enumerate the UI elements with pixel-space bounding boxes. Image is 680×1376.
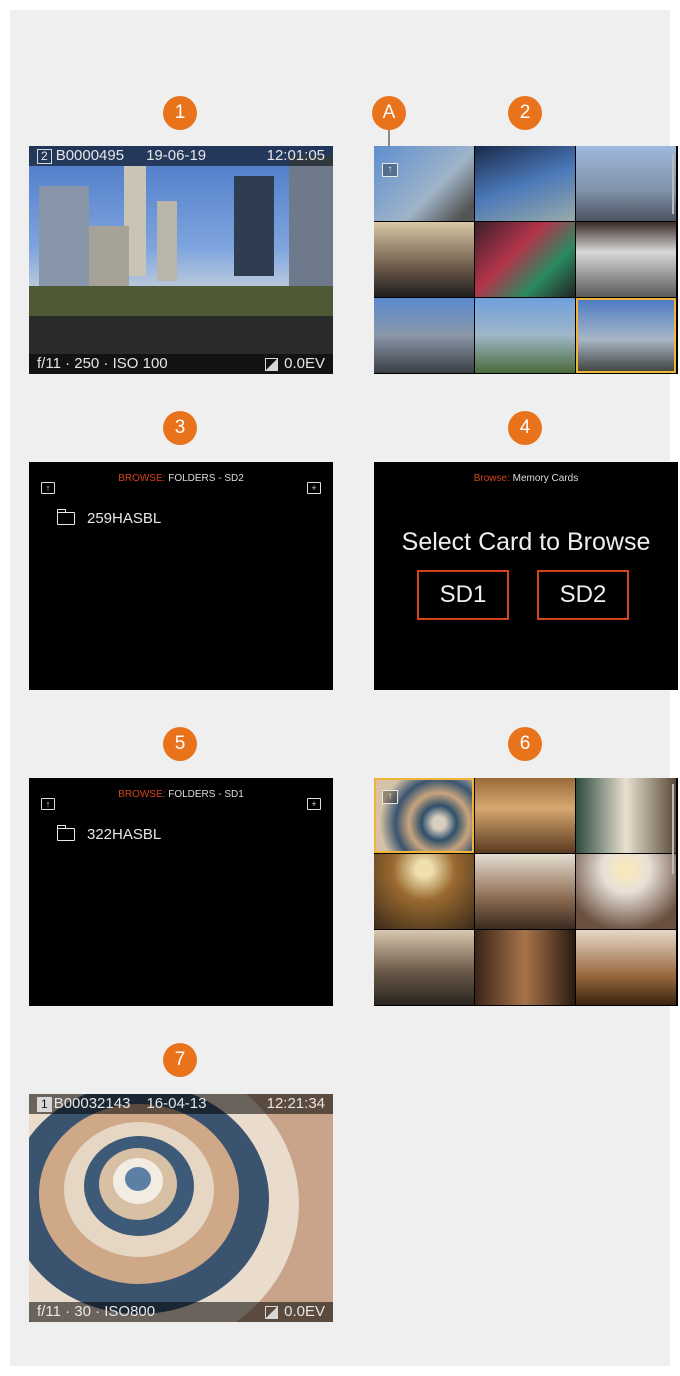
- capture-date: 19-06-19: [146, 147, 207, 164]
- browse-location: Memory Cards: [512, 473, 579, 484]
- callout-4: 4: [508, 411, 542, 445]
- exposure-info: f/11 · 30 · ISO800: [37, 1303, 156, 1320]
- browse-header: BROWSE: FOLDERS - SD2: [29, 473, 333, 484]
- up-arrow-folder-icon[interactable]: ↑: [382, 163, 398, 177]
- thumbnail[interactable]: [374, 146, 474, 221]
- browse-header: Browse: Memory Cards: [374, 473, 678, 484]
- screen-6-thumbnail-grid[interactable]: ↑: [374, 778, 678, 1006]
- callout-a: A: [372, 96, 406, 130]
- thumbnail[interactable]: [374, 854, 474, 929]
- capture-time: 12:21:34: [266, 1095, 325, 1112]
- browse-location: FOLDERS - SD2: [168, 473, 244, 484]
- manual-panel: 1 2 A 3 4 5 6 7 2 B0000495 19-06-19 12:0…: [10, 10, 678, 1366]
- card-number: 1: [37, 1096, 52, 1112]
- file-name: B0000495: [55, 147, 125, 164]
- browse-label: BROWSE:: [118, 473, 166, 484]
- up-arrow-folder-icon[interactable]: ↑: [382, 790, 398, 804]
- thumbnail[interactable]: [475, 222, 575, 297]
- callout-3: 3: [163, 411, 197, 445]
- folder-name: 322HASBL: [87, 826, 162, 843]
- thumbnail[interactable]: [576, 930, 676, 1005]
- folder-item[interactable]: 322HASBL: [56, 825, 162, 843]
- folder-icon: [56, 509, 75, 525]
- thumbnail[interactable]: [475, 854, 575, 929]
- folder-icon: [56, 825, 75, 841]
- scrollbar[interactable]: [672, 154, 674, 214]
- info-bar-bottom: f/11 · 30 · ISO800 0.0EV: [29, 1302, 333, 1322]
- screen-1-image-view[interactable]: 2 B0000495 19-06-19 12:01:05 f/11 · 250 …: [29, 146, 333, 374]
- ev-value: 0.0EV: [284, 1303, 325, 1320]
- thumbnail[interactable]: [374, 930, 474, 1005]
- thumbnail[interactable]: [576, 146, 676, 221]
- callout-2: 2: [508, 96, 542, 130]
- thumbnail[interactable]: [475, 930, 575, 1005]
- screen-5-folder-browser[interactable]: ↑ BROWSE: FOLDERS - SD1 + 322HASBL: [29, 778, 333, 1006]
- browse-label: Browse:: [473, 473, 510, 484]
- thumbnail[interactable]: [576, 222, 676, 297]
- thumbnail-selected[interactable]: [576, 298, 676, 373]
- screen-3-folder-browser[interactable]: ↑ BROWSE: FOLDERS - SD2 + 259HASBL: [29, 462, 333, 690]
- callout-5: 5: [163, 727, 197, 761]
- select-card-title: Select Card to Browse: [401, 528, 651, 556]
- browse-header: BROWSE: FOLDERS - SD1: [29, 789, 333, 800]
- info-bar-bottom: f/11 · 250 · ISO 100 0.0EV: [29, 354, 333, 374]
- staircase-photo: [29, 1094, 333, 1322]
- thumbnail[interactable]: [475, 778, 575, 853]
- sd2-button[interactable]: SD2: [537, 570, 629, 620]
- folder-item[interactable]: 259HASBL: [56, 509, 162, 527]
- callout-7: 7: [163, 1043, 197, 1077]
- callout-6: 6: [508, 727, 542, 761]
- sd1-button[interactable]: SD1: [417, 570, 509, 620]
- info-bar-top: 2 B0000495 19-06-19 12:01:05: [29, 146, 333, 166]
- plus-folder-icon[interactable]: +: [307, 798, 321, 810]
- capture-time: 12:01:05: [266, 147, 325, 164]
- browse-location: FOLDERS - SD1: [168, 789, 244, 800]
- exposure-compensation-icon: [265, 357, 279, 371]
- thumbnail[interactable]: [374, 298, 474, 373]
- ev-value: 0.0EV: [284, 355, 325, 372]
- thumbnail[interactable]: [576, 778, 676, 853]
- callout-1: 1: [163, 96, 197, 130]
- info-bar-top: 1 B00032143 16-04-13 12:21:34: [29, 1094, 333, 1114]
- capture-date: 16-04-13: [146, 1095, 207, 1112]
- scrollbar[interactable]: [672, 784, 674, 874]
- exposure-info: f/11 · 250 · ISO 100: [37, 355, 168, 372]
- screen-7-image-view[interactable]: 1 B00032143 16-04-13 12:21:34 f/11 · 30 …: [29, 1094, 333, 1322]
- thumbnail[interactable]: [576, 854, 676, 929]
- thumbnail[interactable]: [475, 298, 575, 373]
- browse-label: BROWSE:: [118, 789, 166, 800]
- folder-name: 259HASBL: [87, 510, 162, 527]
- thumbnail[interactable]: [475, 146, 575, 221]
- file-name: B00032143: [53, 1095, 131, 1112]
- exposure-compensation-icon: [265, 1305, 279, 1319]
- screen-2-thumbnail-grid[interactable]: ↑: [374, 146, 678, 374]
- plus-folder-icon[interactable]: +: [307, 482, 321, 494]
- screen-4-card-select[interactable]: Browse: Memory Cards Select Card to Brow…: [374, 462, 678, 690]
- thumbnail[interactable]: [374, 222, 474, 297]
- card-number: 2: [37, 148, 52, 164]
